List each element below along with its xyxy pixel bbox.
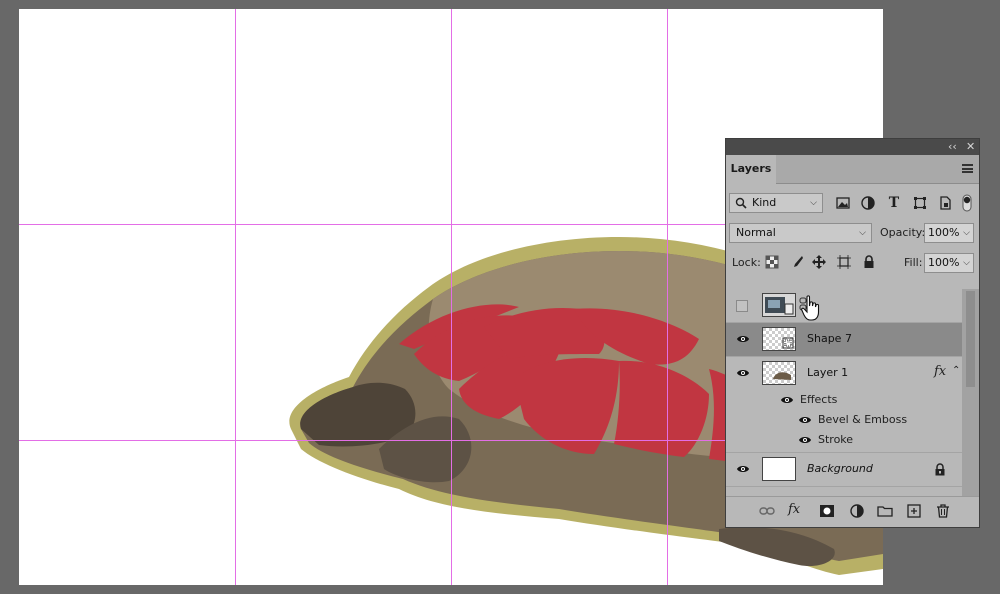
- opacity-label: Opacity:: [880, 226, 926, 239]
- panel-menu-icon[interactable]: [962, 164, 973, 173]
- eye-icon[interactable]: [736, 368, 750, 378]
- visibility-toggle-off[interactable]: [736, 300, 748, 312]
- guide-vertical[interactable]: [235, 9, 236, 585]
- filter-kind-select[interactable]: Kind ⌵: [729, 193, 823, 213]
- close-panel-button[interactable]: ✕: [966, 139, 975, 155]
- layer-name: Layer 1: [807, 366, 849, 379]
- layers-panel: ‹‹ ✕ Layers Kind ⌵ T Normal ⌵ Opacity: 1…: [725, 138, 980, 528]
- eye-icon[interactable]: [780, 395, 794, 405]
- tab-layers[interactable]: Layers: [726, 155, 776, 184]
- tab-bar: Layers: [726, 155, 979, 184]
- layer-thumbnail: [762, 457, 796, 481]
- layer-list-scrollbar[interactable]: [962, 289, 979, 499]
- lock-label: Lock:: [732, 256, 761, 269]
- layer-name: Background: [807, 462, 873, 475]
- type-filter-icon[interactable]: T: [886, 195, 902, 211]
- layer-row-shape-7[interactable]: Shape 7: [726, 323, 962, 357]
- eye-icon[interactable]: [798, 415, 812, 425]
- opacity-field[interactable]: 100% ⌵: [924, 223, 974, 243]
- lock-artboard-icon[interactable]: [837, 255, 853, 271]
- smart-object-filter-icon[interactable]: [937, 195, 953, 211]
- layer-list: Shape 7 Layer 1 fx ⌃ Effects Bevel & Emb…: [726, 289, 962, 499]
- layer-row-background[interactable]: Background: [726, 453, 962, 487]
- eye-icon[interactable]: [736, 464, 750, 474]
- new-group-icon[interactable]: [877, 503, 893, 519]
- lock-icon: [934, 463, 946, 479]
- eye-icon[interactable]: [798, 435, 812, 445]
- fill-field[interactable]: 100% ⌵: [924, 253, 974, 273]
- lock-position-icon[interactable]: [812, 255, 828, 271]
- add-mask-icon[interactable]: [819, 503, 835, 519]
- layer-row-smart-object[interactable]: [726, 289, 962, 323]
- filter-toggle-icon[interactable]: [962, 194, 972, 212]
- layer-thumbnail: [762, 293, 796, 317]
- fx-badge[interactable]: fx: [934, 364, 946, 379]
- pixel-filter-icon[interactable]: [835, 195, 851, 211]
- blend-mode-select[interactable]: Normal ⌵: [729, 223, 872, 243]
- fill-label: Fill:: [904, 256, 923, 269]
- expand-effects-chevron-icon[interactable]: ⌃: [952, 365, 960, 376]
- effects-label[interactable]: Effects: [800, 393, 837, 406]
- fill-value: 100%: [928, 256, 960, 269]
- layer-row-layer-1[interactable]: Layer 1 fx ⌃: [726, 357, 962, 390]
- chevron-down-icon: ⌵: [810, 198, 817, 208]
- adjustment-filter-icon[interactable]: [860, 195, 876, 211]
- panel-title-bar[interactable]: ‹‹ ✕: [726, 139, 979, 155]
- search-icon: [735, 197, 747, 215]
- effects-group: Effects Bevel & Emboss Stroke: [726, 390, 962, 453]
- add-layer-style-icon[interactable]: fx: [788, 503, 804, 519]
- link-layers-icon[interactable]: [759, 503, 775, 519]
- collapse-panel-button[interactable]: ‹‹: [948, 139, 957, 155]
- eye-icon[interactable]: [736, 334, 750, 344]
- new-layer-icon[interactable]: [906, 503, 922, 519]
- lock-all-icon[interactable]: [862, 255, 878, 271]
- opacity-value: 100%: [928, 226, 960, 239]
- lock-transparent-pixels-icon[interactable]: [765, 255, 781, 271]
- new-adjustment-layer-icon[interactable]: [849, 503, 865, 519]
- layer-name: Shape 7: [807, 332, 852, 345]
- chevron-down-icon: ⌵: [963, 258, 970, 268]
- lock-image-pixels-icon[interactable]: [790, 255, 806, 271]
- delete-layer-icon[interactable]: [935, 503, 951, 519]
- stroke-effect[interactable]: Stroke: [818, 433, 853, 446]
- filter-kind-label: Kind: [752, 196, 777, 209]
- hand-cursor-icon: [801, 295, 823, 324]
- chevron-down-icon: ⌵: [859, 228, 866, 238]
- layer-thumbnail: [762, 361, 796, 385]
- guide-vertical[interactable]: [667, 9, 668, 585]
- layer-thumbnail: [762, 327, 796, 351]
- layers-bottom-toolbar: fx: [726, 496, 979, 527]
- shape-filter-icon[interactable]: [912, 195, 928, 211]
- bevel-emboss-effect[interactable]: Bevel & Emboss: [818, 413, 907, 426]
- guide-vertical[interactable]: [451, 9, 452, 585]
- chevron-down-icon: ⌵: [963, 228, 970, 238]
- panel-body: Layers Kind ⌵ T Normal ⌵ Opacity: 100% ⌵…: [726, 155, 979, 527]
- blend-mode-label: Normal: [736, 226, 776, 239]
- scrollbar-thumb[interactable]: [966, 291, 975, 387]
